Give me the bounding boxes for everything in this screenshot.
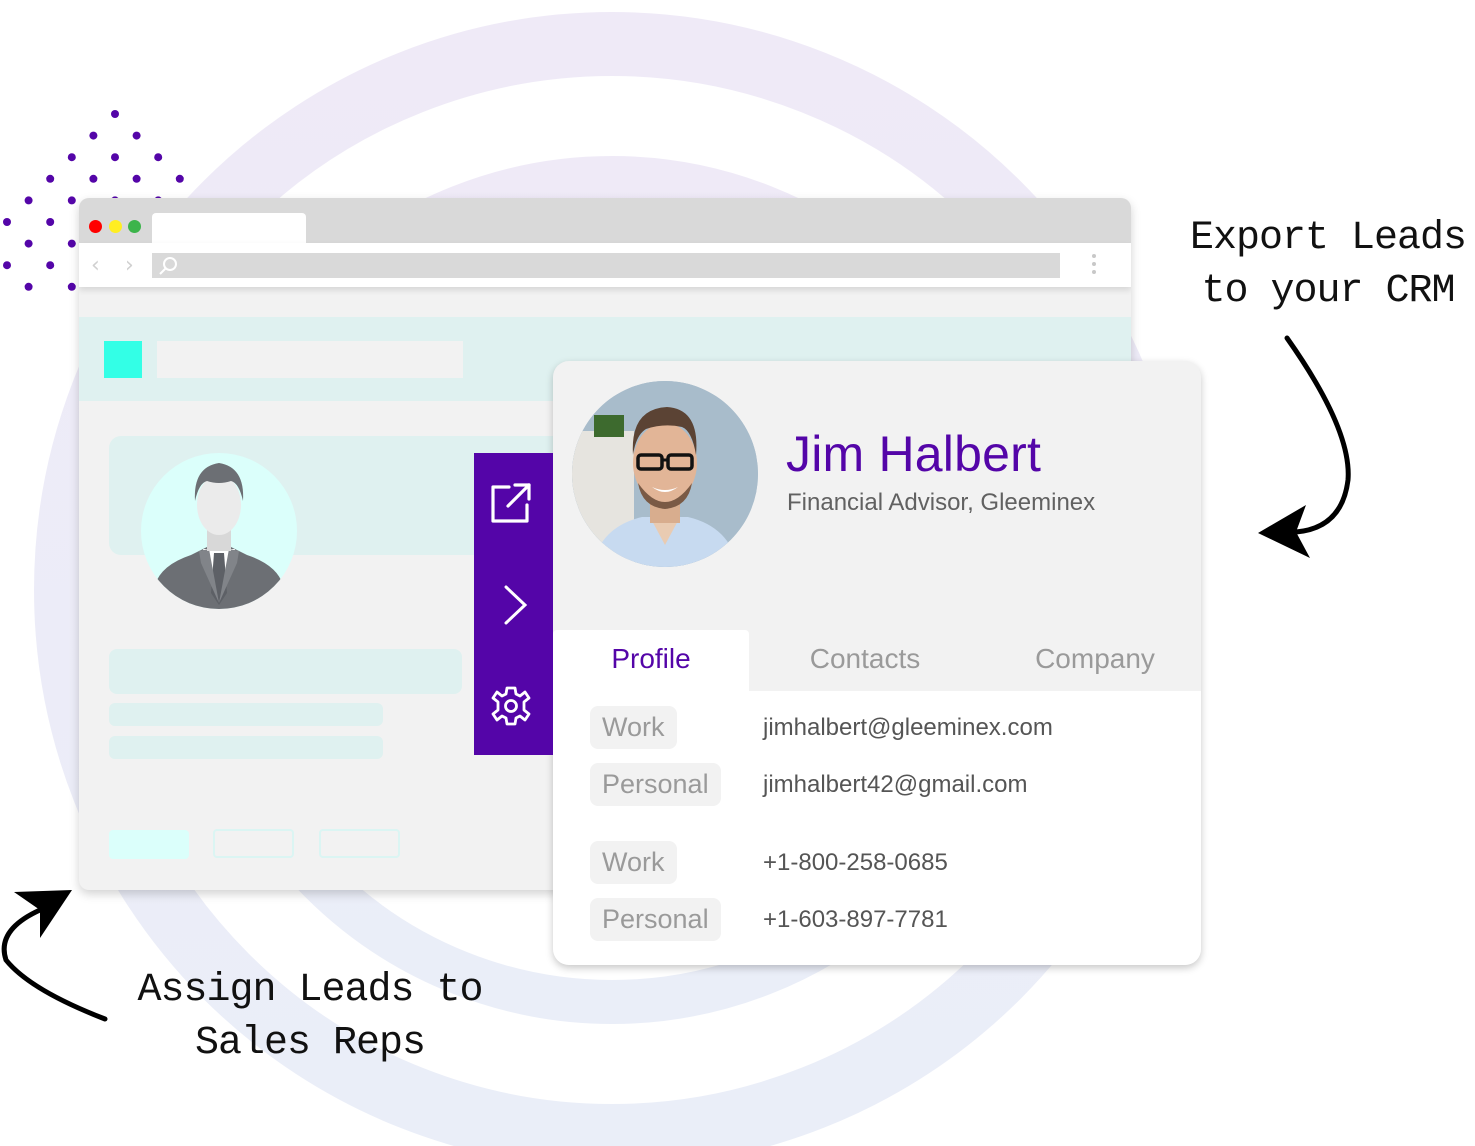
kebab-menu-icon[interactable] [1091, 251, 1097, 279]
annotation-line: Assign Leads to [137, 968, 483, 1013]
decorative-dot [24, 196, 33, 205]
decorative-dot [3, 261, 11, 270]
search-icon [159, 257, 177, 275]
decorative-dot [89, 131, 98, 140]
tab-contacts[interactable]: Contacts [761, 630, 969, 691]
tab-profile[interactable]: Profile [553, 630, 749, 691]
work-phone[interactable]: +1-800-258-0685 [763, 849, 948, 877]
decorative-dot [67, 282, 76, 291]
external-link-icon[interactable] [489, 481, 533, 525]
lead-title: Financial Advisor, Gleeminex [787, 489, 1096, 516]
text-placeholder [109, 736, 383, 759]
phone-type-badge: Personal [590, 898, 721, 941]
browser-tab[interactable] [152, 213, 306, 243]
secondary-button-placeholder[interactable] [213, 829, 294, 858]
tab-company[interactable]: Company [993, 630, 1197, 691]
decorative-dot [67, 239, 76, 248]
decorative-dot [3, 218, 11, 226]
annotation-line: Export Leads [1189, 216, 1467, 261]
text-placeholder [109, 703, 383, 726]
address-bar[interactable] [152, 253, 1060, 278]
work-email[interactable]: jimhalbert@gleeminex.com [763, 714, 1053, 742]
decorative-dot [46, 174, 55, 183]
decorative-dot [175, 174, 184, 183]
lead-profile-card: Jim Halbert Financial Advisor, Gleeminex… [553, 361, 1201, 965]
lead-name: Jim Halbert [786, 426, 1042, 482]
export-leads-annotation: Export Leads to your CRM [1178, 212, 1475, 318]
decorative-dot [24, 282, 33, 291]
assign-leads-annotation: Assign Leads to Sales Reps [128, 964, 492, 1070]
back-arrow-icon[interactable]: ‹ [91, 253, 100, 278]
decorative-dot [89, 174, 98, 183]
contact-details: Work jimhalbert@gleeminex.com Personal j… [553, 691, 1201, 965]
decorative-dot [67, 196, 76, 205]
decorative-dot [111, 110, 119, 118]
text-placeholder [109, 649, 462, 694]
decorative-dot [67, 153, 76, 162]
decorative-dot [46, 218, 55, 226]
title-placeholder [157, 341, 463, 378]
decorative-dot [132, 131, 141, 140]
annotation-line: to your CRM [1201, 269, 1455, 314]
close-window-button[interactable] [89, 220, 102, 233]
action-rail [474, 453, 553, 755]
profile-photo [572, 381, 758, 567]
annotation-line: Sales Reps [194, 1021, 426, 1066]
personal-phone[interactable]: +1-603-897-7781 [763, 906, 948, 934]
email-type-badge: Personal [590, 763, 721, 806]
decorative-dot [111, 153, 119, 162]
maximize-window-button[interactable] [128, 220, 141, 233]
logo-placeholder [104, 341, 142, 378]
gear-icon[interactable] [489, 684, 533, 728]
secondary-button-placeholder[interactable] [319, 829, 400, 858]
personal-email[interactable]: jimhalbert42@gmail.com [763, 771, 1027, 799]
profile-tabs: Profile Contacts Company [553, 630, 1201, 691]
generic-avatar-icon [141, 453, 297, 609]
forward-arrow-icon[interactable]: › [125, 253, 134, 278]
decorative-dot [132, 174, 141, 183]
decorative-dot [46, 261, 55, 270]
decorative-dot [24, 239, 33, 248]
phone-type-badge: Work [590, 841, 677, 884]
primary-button-placeholder[interactable] [109, 830, 189, 859]
chevron-right-icon[interactable] [489, 583, 533, 627]
email-type-badge: Work [590, 706, 677, 749]
minimize-window-button[interactable] [109, 220, 122, 233]
decorative-dot [154, 153, 163, 162]
browser-toolbar: ‹ › [79, 243, 1131, 287]
